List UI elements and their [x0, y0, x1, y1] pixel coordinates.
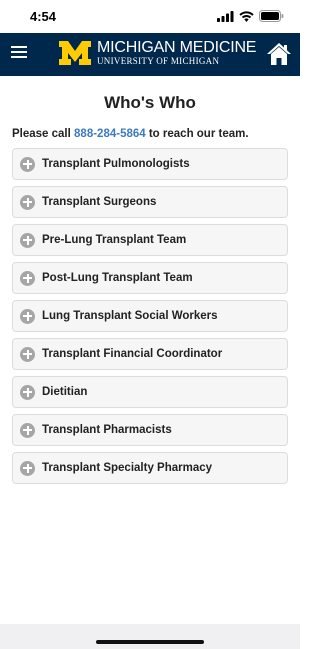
section-label: Transplant Specialty Pharmacy: [42, 462, 213, 474]
section-transplant-surgeons[interactable]: Transplant Surgeons: [12, 186, 288, 218]
brand-name: MICHIGAN MEDICINE: [97, 39, 257, 56]
plus-circle-icon: [20, 346, 35, 362]
bottom-safe-area: [0, 624, 300, 649]
plus-circle-icon: [20, 156, 35, 172]
wifi-icon: [239, 10, 254, 22]
brand-logo: MICHIGAN MEDICINE UNIVERSITY OF MICHIGAN: [58, 40, 256, 66]
plus-circle-icon: [20, 308, 35, 324]
plus-circle-icon: [20, 460, 35, 476]
section-transplant-pharmacists[interactable]: Transplant Pharmacists: [12, 414, 288, 446]
home-icon[interactable]: [266, 42, 292, 66]
status-time: 4:54: [30, 9, 57, 24]
page-title: Who's Who: [104, 93, 196, 112]
menu-bar-icon: [11, 46, 27, 48]
intro-text: Please call 888-284-5864 to reach our te…: [12, 128, 300, 144]
menu-bar-icon: [11, 51, 27, 53]
section-pre-lung-transplant-team[interactable]: Pre-Lung Transplant Team: [12, 224, 288, 256]
menu-button[interactable]: [8, 43, 30, 65]
plus-circle-icon: [20, 232, 35, 248]
section-label: Transplant Financial Coordinator: [42, 348, 223, 360]
section-label: Transplant Pulmonologists: [42, 158, 190, 170]
team-list: Transplant Pulmonologists Transplant Sur…: [12, 148, 288, 484]
section-lung-transplant-social-workers[interactable]: Lung Transplant Social Workers: [12, 300, 288, 332]
plus-circle-icon: [20, 194, 35, 210]
section-post-lung-transplant-team[interactable]: Post-Lung Transplant Team: [12, 262, 288, 294]
section-label: Transplant Pharmacists: [42, 424, 172, 436]
battery-icon: [259, 10, 284, 22]
intro-prefix: Please call: [12, 128, 75, 140]
phone-link[interactable]: 888-284-5864: [74, 128, 146, 140]
menu-bar-icon: [11, 56, 27, 58]
section-transplant-financial-coordinator[interactable]: Transplant Financial Coordinator: [12, 338, 288, 370]
plus-circle-icon: [20, 270, 35, 286]
section-label: Dietitian: [42, 386, 88, 398]
section-label: Pre-Lung Transplant Team: [42, 234, 187, 246]
main-content: Who's Who Please call 888-284-5864 to re…: [0, 76, 300, 490]
section-dietitian[interactable]: Dietitian: [12, 376, 288, 408]
status-icons: [217, 10, 284, 22]
section-transplant-pulmonologists[interactable]: Transplant Pulmonologists: [12, 148, 288, 180]
section-label: Transplant Surgeons: [42, 196, 157, 208]
plus-circle-icon: [20, 422, 35, 438]
section-label: Post-Lung Transplant Team: [42, 272, 193, 284]
app-header: MICHIGAN MEDICINE UNIVERSITY OF MICHIGAN: [0, 33, 300, 76]
block-m-logo-icon: [59, 41, 91, 65]
status-bar: 4:54: [0, 0, 300, 33]
home-indicator: [96, 640, 204, 644]
section-label: Lung Transplant Social Workers: [42, 310, 218, 322]
plus-circle-icon: [20, 384, 35, 400]
signal-icon: [217, 10, 234, 22]
brand-subtitle: UNIVERSITY OF MICHIGAN: [97, 56, 220, 66]
section-transplant-specialty-pharmacy[interactable]: Transplant Specialty Pharmacy: [12, 452, 288, 484]
intro-suffix: to reach our team.: [145, 128, 249, 140]
